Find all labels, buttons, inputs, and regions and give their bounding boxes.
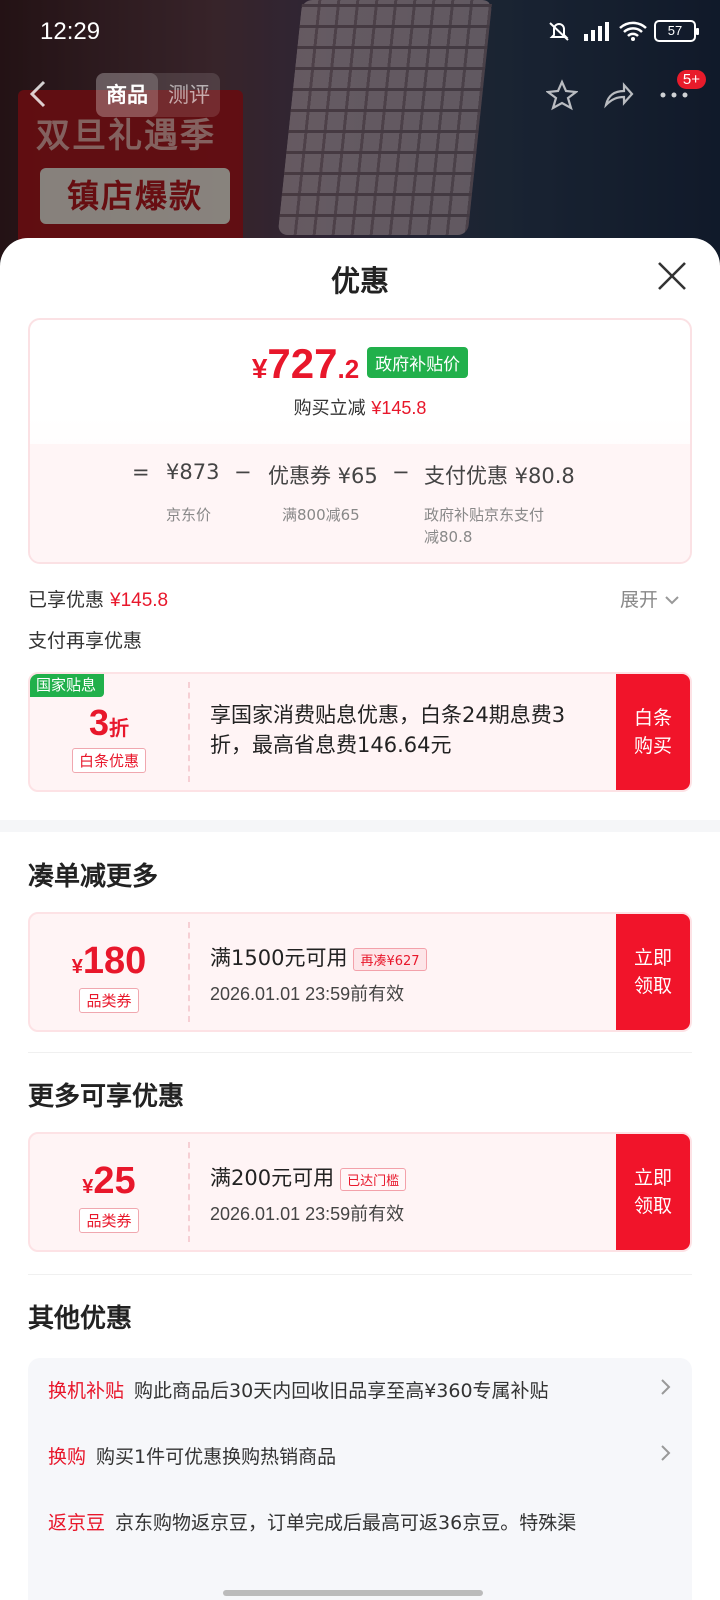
coupon-25-expire: 2026.01.01 23:59前有效: [210, 1204, 405, 1224]
status-time: 12:29: [40, 18, 101, 45]
expand-button[interactable]: 展开: [620, 585, 680, 612]
baitiao-desc: 享国家消费贴息优惠，白条24期息费3折，最高省息费146.64元: [210, 703, 566, 757]
signal-icon: [582, 20, 609, 42]
pay-deduction: 支付优惠 ¥80.8: [424, 464, 575, 488]
pay-deduction-label: 政府补贴京东支付 减80.8: [424, 506, 545, 546]
price-formula: = ¥873 京东价 − 优惠券 ¥65 满800减65 − 支付优惠 ¥80.…: [30, 444, 690, 562]
chevron-right-icon: [660, 1442, 672, 1470]
divider-line: [28, 1274, 692, 1275]
coupon-25-pill: 已达门槛: [340, 1167, 407, 1191]
instant-discount: 购买立减 ¥145.8: [293, 398, 427, 419]
formula-equals: =: [132, 460, 150, 484]
status-bar: 12:29 57: [0, 0, 720, 62]
final-price: ¥727.2: [251, 340, 360, 387]
close-icon[interactable]: [654, 258, 690, 294]
coupon-180: ¥180 品类券 满1500元可用 再凑¥627 2026.01.01 23:59…: [28, 912, 692, 1032]
nav-tabs: 商品 测评: [96, 73, 220, 117]
mute-icon: [546, 20, 572, 42]
baitiao-discount: 3折: [88, 702, 130, 743]
coupon-divider: [188, 922, 190, 1022]
back-icon[interactable]: [24, 76, 60, 112]
discount-sheet: 优惠 ¥727.2 政府补贴价 购买立减 ¥145.8 = ¥873 京东价 −…: [0, 238, 720, 1600]
formula-minus-2: −: [392, 460, 410, 484]
baitiao-tag: 白条优惠: [71, 748, 146, 773]
claim-25-button[interactable]: 立即领取: [616, 1134, 690, 1250]
product-nav-bar: 商品 测评: [0, 70, 720, 120]
coupon-divider: [188, 1142, 190, 1242]
formula-minus-1: −: [234, 460, 252, 484]
pay-again-title: 支付再享优惠: [28, 630, 143, 652]
baitiao-buy-button[interactable]: 白条购买: [616, 674, 690, 790]
sheet-title: 优惠: [330, 264, 389, 298]
coupon-180-expire: 2026.01.01 23:59前有效: [210, 984, 405, 1004]
coupon-divider: [188, 682, 190, 782]
section-title-other: 其他优惠: [28, 1304, 133, 1334]
share-icon[interactable]: [602, 79, 634, 111]
national-interest-tag: 国家贴息: [30, 674, 105, 697]
status-icons: 57: [546, 20, 699, 42]
coupon-deduction-label: 满800减65: [282, 506, 360, 524]
coupon-25: ¥25 品类券 满200元可用 已达门槛 2026.01.01 23:59前有效 …: [28, 1132, 692, 1252]
coupon-180-type: 品类券: [79, 988, 139, 1013]
wifi-icon: [618, 20, 647, 42]
chevron-down-icon: [664, 589, 680, 611]
star-icon[interactable]: [545, 79, 579, 111]
nav-actions: [545, 74, 690, 116]
section-title-more: 凑单减更多: [28, 862, 159, 892]
coupon-180-condition: 满1500元可用 再凑¥627: [210, 942, 606, 972]
battery-icon: 57: [654, 20, 699, 42]
home-indicator[interactable]: [223, 1590, 483, 1596]
other-offers: 换机补贴 购此商品后30天内回收旧品享至高¥360专属补贴 换购 购买1件可优惠换购…: [28, 1358, 692, 1600]
divider-line: [28, 1052, 692, 1053]
jd-price-label: 京东价: [166, 506, 212, 524]
coupon-25-type: 品类券: [79, 1208, 139, 1233]
offer-jingdou[interactable]: 返京豆 京东购物返京豆，订单完成后最高可返36京豆。特殊渠: [48, 1508, 672, 1535]
section-separator: [0, 820, 720, 832]
offer-trade-in[interactable]: 换机补贴 购此商品后30天内回收旧品享至高¥360专属补贴: [48, 1376, 672, 1403]
section-title-enjoy: 更多可享优惠: [28, 1082, 185, 1112]
claim-180-button[interactable]: 立即领取: [616, 914, 690, 1030]
tab-review[interactable]: 测评: [158, 73, 220, 117]
baitiao-offer: 国家贴息 3折 白条优惠 享国家消费贴息优惠，白条24期息费3折，最高省息费14…: [28, 672, 692, 792]
jd-price: ¥873: [166, 460, 220, 484]
coupon-180-amount: ¥180: [71, 940, 147, 982]
offer-exchange[interactable]: 换购 购买1件可优惠换购热销商品: [48, 1442, 672, 1469]
chevron-right-icon: [660, 1376, 672, 1404]
gov-subsidy-tag: 政府补贴价: [367, 347, 469, 378]
tab-product[interactable]: 商品: [96, 73, 158, 117]
coupon-25-amount: ¥25: [82, 1160, 136, 1202]
enjoyed-discount: 已享优惠 ¥145.8: [28, 589, 169, 611]
message-badge: 5+: [676, 70, 706, 89]
coupon-180-pill: 再凑¥627: [353, 947, 427, 971]
coupon-deduction: 优惠券 ¥65: [268, 464, 378, 488]
price-card: ¥727.2 政府补贴价 购买立减 ¥145.8 = ¥873 京东价 − 优惠…: [28, 318, 692, 564]
coupon-25-condition: 满200元可用 已达门槛: [210, 1162, 606, 1192]
